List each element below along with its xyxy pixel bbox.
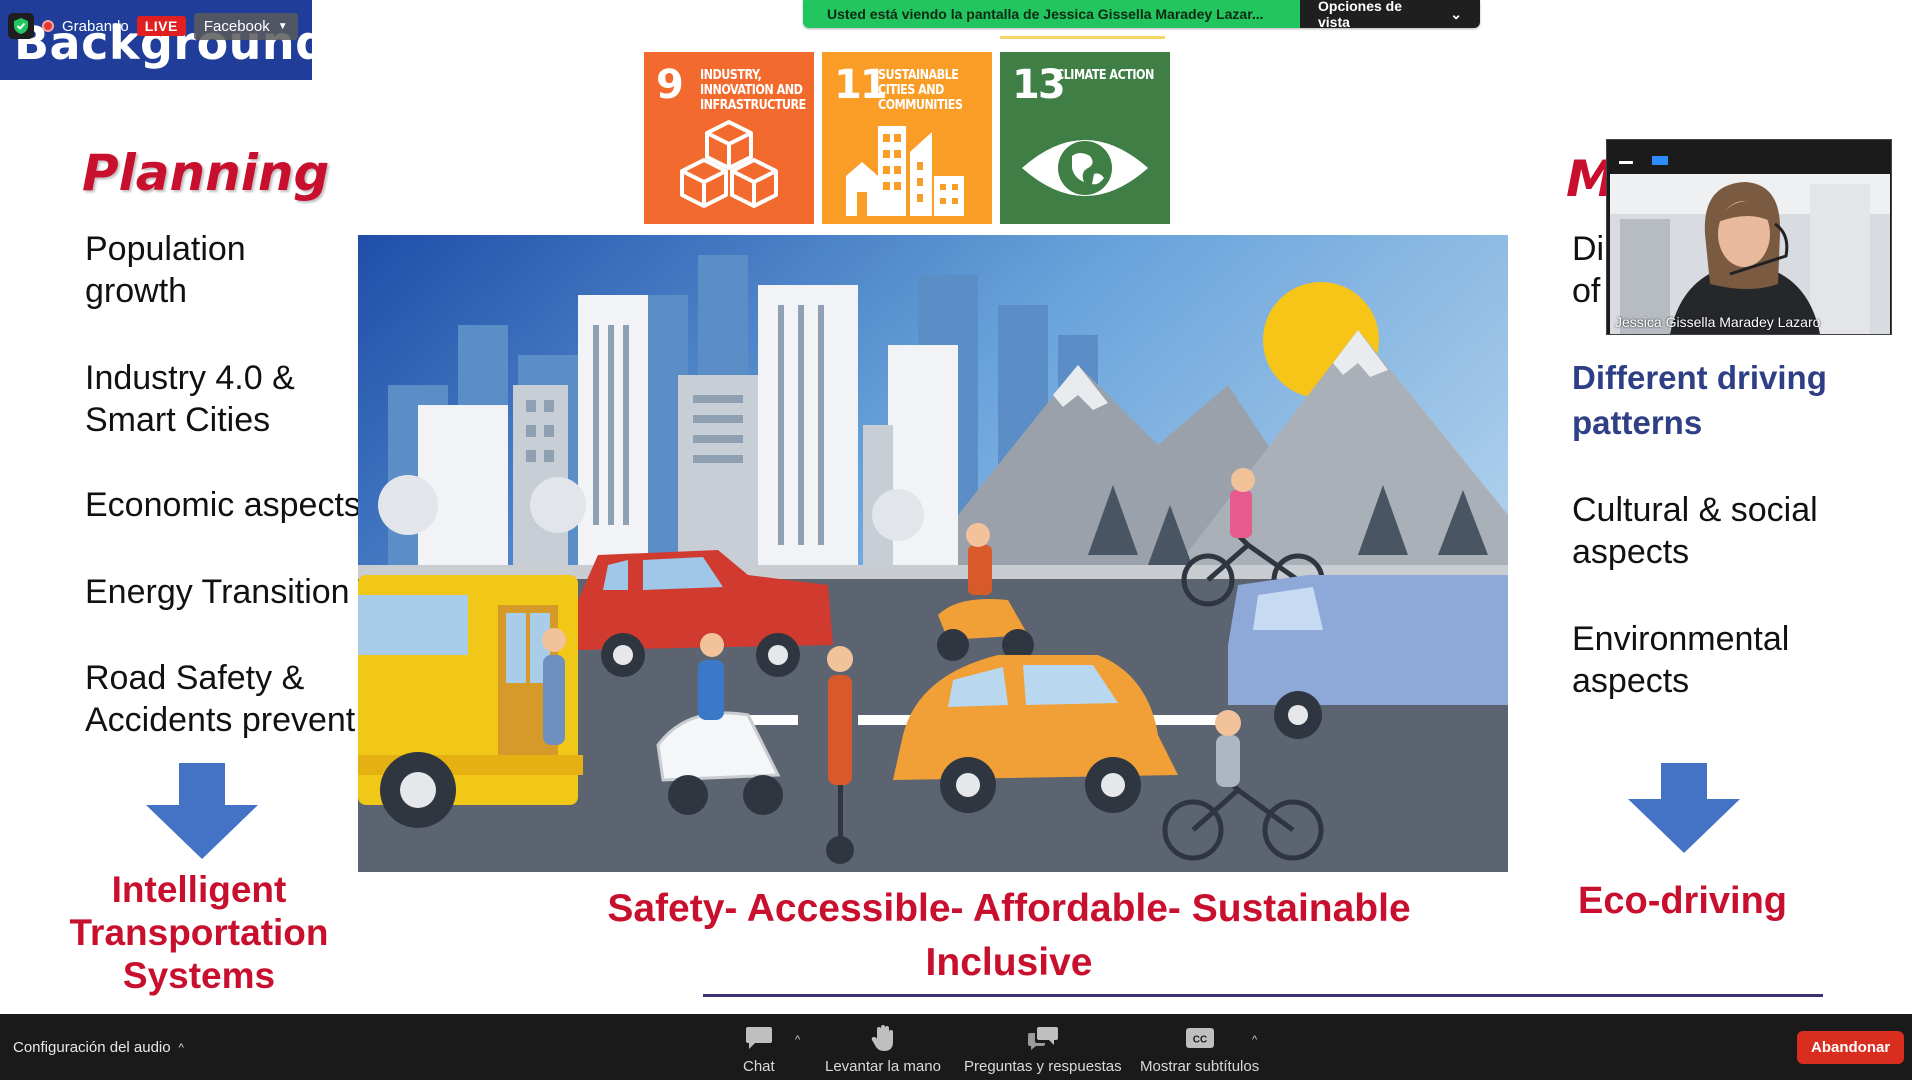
closed-captions-icon: CC: [1140, 1024, 1259, 1052]
raise-hand-label: Levantar la mano: [825, 1058, 941, 1075]
recording-bar: Grabando LIVE Facebook ▼: [8, 10, 298, 42]
right-item-highlighted: Different driving patterns: [1572, 359, 1827, 441]
arrow-down-icon: [146, 763, 258, 859]
right-item: Cultural & social aspects: [1572, 491, 1818, 571]
sdg-9-number: 9: [656, 62, 684, 108]
qa-bubbles-icon: [964, 1024, 1122, 1052]
right-item: Environmental aspects: [1572, 620, 1790, 700]
sdg-9-label: Industry, innovation and infrastructure: [700, 68, 806, 113]
planning-item: Industry 4.0 & Smart Cities: [85, 359, 295, 439]
audio-settings-button[interactable]: Configuración del audio ^: [13, 1039, 184, 1056]
raise-hand-button[interactable]: Levantar la mano: [825, 1024, 941, 1075]
slide-tagline: Safety- Accessible- Affordable- Sustaina…: [600, 882, 1418, 990]
arrow-down-icon: [1628, 763, 1740, 853]
participant-name: Jessica Gissella Maradey Lazaro: [1615, 314, 1821, 330]
chevron-up-icon: ^: [178, 1041, 184, 1054]
planning-item: Energy Transition: [85, 573, 350, 611]
tagline-line-1: Safety- Accessible- Affordable- Sustaina…: [607, 887, 1411, 930]
sdg-13-label: Climate action: [1056, 68, 1154, 83]
sdg-11-icon: 11 Sustainable cities and communities: [822, 52, 992, 224]
chat-label: Chat: [743, 1058, 775, 1075]
planning-item: Economic aspects: [85, 486, 361, 524]
participant-video-feed: [1610, 174, 1890, 334]
sdg-accent-line: [1000, 36, 1165, 39]
planning-item: Road Safety & Accidents prevent: [85, 659, 356, 739]
participant-video-image: [1610, 174, 1890, 334]
qa-button[interactable]: Preguntas y respuestas: [964, 1024, 1122, 1075]
planning-heading: Planning: [82, 144, 330, 202]
raise-hand-icon: [825, 1024, 941, 1052]
qa-label: Preguntas y respuestas: [964, 1058, 1122, 1075]
view-options-button[interactable]: Opciones de vista ⌄: [1300, 0, 1480, 28]
sdg-9-icon: 9 Industry, innovation and infrastructur…: [644, 52, 814, 224]
caret-down-icon: ▼: [277, 20, 288, 32]
livestream-platform-label: Facebook: [203, 17, 270, 35]
right-partial-line: Di: [1572, 230, 1605, 268]
video-tile-header: [1607, 140, 1891, 174]
minimize-icon[interactable]: [1619, 161, 1633, 164]
chat-options-caret-icon[interactable]: ^: [795, 1034, 800, 1046]
svg-text:CC: CC: [1192, 1035, 1206, 1046]
chat-button[interactable]: Chat: [743, 1024, 775, 1075]
participant-video-tile[interactable]: Jessica Gissella Maradey Lazaro: [1606, 139, 1892, 335]
live-badge: LIVE: [136, 16, 186, 36]
audio-settings-label: Configuración del audio: [13, 1039, 171, 1056]
city-buildings-icon: [846, 126, 964, 216]
divider-line: [703, 994, 1823, 997]
captions-button[interactable]: CC Mostrar subtítulos: [1140, 1024, 1259, 1075]
its-result: Intelligent Transportation Systems: [69, 869, 329, 996]
chevron-down-icon: ⌄: [1450, 5, 1462, 22]
recording-dot-icon: [42, 20, 54, 32]
captions-options-caret-icon[interactable]: ^: [1252, 1034, 1257, 1046]
sdg-13-icon: 13 Climate action: [1000, 52, 1170, 224]
zoom-meeting-window: Background Grabando LIVE Facebook ▼ Uste…: [0, 0, 1912, 1080]
security-shield-icon[interactable]: [8, 13, 34, 39]
cubes-icon: [680, 120, 778, 208]
screen-share-banner: Usted está viendo la pantalla de Jessica…: [803, 0, 1480, 28]
captions-label: Mostrar subtítulos: [1140, 1058, 1260, 1075]
eye-globe-icon: [1022, 140, 1148, 196]
screen-share-message: Usted está viendo la pantalla de Jessica…: [803, 0, 1300, 28]
expand-video-icon[interactable]: [1652, 156, 1668, 165]
tagline-line-2: Inclusive: [925, 941, 1093, 984]
leave-meeting-button[interactable]: Abandonar: [1797, 1031, 1905, 1064]
livestream-platform-dropdown[interactable]: Facebook ▼: [193, 12, 298, 40]
planning-item: Population growth: [85, 230, 246, 310]
view-options-label: Opciones de vista: [1318, 0, 1403, 28]
recording-status[interactable]: Grabando: [62, 18, 129, 35]
chat-bubble-icon: [743, 1024, 775, 1052]
eco-driving-result: Eco-driving: [1578, 880, 1788, 922]
urban-mobility-illustration: [358, 235, 1508, 872]
meeting-toolbar: Configuración del audio ^ Chat ^ Levanta…: [0, 1014, 1912, 1080]
sdg-11-label: Sustainable cities and communities: [878, 68, 963, 113]
right-partial-line: of: [1572, 272, 1601, 310]
